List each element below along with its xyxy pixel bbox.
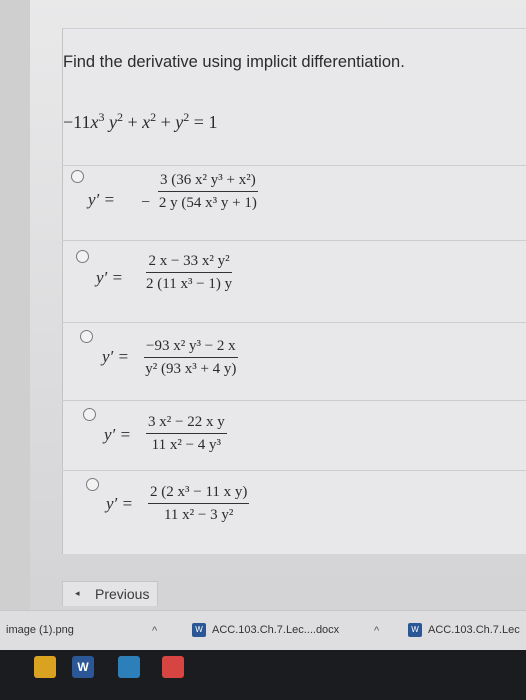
option-1-radio[interactable] — [71, 170, 84, 183]
download-item-image[interactable]: image (1).png — [6, 624, 74, 636]
question-text: Find the derivative using implicit diffe… — [63, 53, 405, 71]
download-item-docx-2[interactable]: ACC.103.Ch.7.Lec — [428, 624, 520, 636]
option-2-denominator: 2 (11 x³ − 1) y — [146, 276, 233, 292]
divider — [62, 470, 526, 471]
download-item-docx[interactable]: ACC.103.Ch.7.Lec....docx — [212, 624, 339, 636]
photos-app-icon[interactable] — [118, 656, 140, 678]
chevron-up-icon[interactable]: ^ — [374, 625, 379, 637]
taskbar: W — [0, 650, 526, 700]
previous-button[interactable]: ◂ Previous — [62, 581, 158, 606]
word-app-icon[interactable]: W — [72, 656, 94, 678]
option-3-fraction[interactable]: −93 x² y³ − 2 x y² (93 x³ + 4 y) — [144, 338, 238, 378]
option-3-denominator: y² (93 x³ + 4 y) — [145, 361, 237, 377]
option-1-numerator: 3 (36 x² y³ + x²) — [158, 172, 258, 192]
chevron-left-icon: ◂ — [75, 588, 80, 598]
file-explorer-icon[interactable] — [34, 656, 56, 678]
option-5-numerator: 2 (2 x³ − 11 x y) — [148, 484, 250, 504]
option-4-fraction[interactable]: 3 x² − 22 x y 11 x² − 4 y³ — [146, 414, 227, 454]
option-3-radio[interactable] — [80, 330, 93, 343]
option-1-yprime: y′ = — [88, 190, 115, 209]
option-3-numerator: −93 x² y³ − 2 x — [144, 338, 238, 358]
option-5-radio[interactable] — [86, 478, 99, 491]
word-doc-icon: W — [408, 623, 422, 637]
option-2-yprime: y′ = — [96, 268, 123, 287]
option-2-numerator: 2 x − 33 x² y² — [146, 253, 233, 273]
option-4-numerator: 3 x² − 22 x y — [146, 414, 227, 434]
previous-label: Previous — [95, 586, 150, 602]
download-bar: image (1).png ^ W ACC.103.Ch.7.Lec....do… — [0, 610, 526, 651]
option-1-sign: − — [141, 194, 151, 211]
question-card — [62, 28, 526, 554]
chevron-up-icon[interactable]: ^ — [152, 625, 157, 637]
equation-text: −11x3 y2 + x2 + y2 = — [63, 110, 209, 132]
divider — [62, 165, 526, 166]
option-2-radio[interactable] — [76, 250, 89, 263]
divider — [62, 322, 526, 323]
option-5-yprime: y′ = — [106, 494, 133, 513]
given-equation: −11x3 y2 + x2 + y2 = 1 — [63, 110, 217, 133]
option-4-radio[interactable] — [83, 408, 96, 421]
word-doc-icon: W — [192, 623, 206, 637]
option-5-denominator: 11 x² − 3 y² — [163, 507, 234, 523]
equation-rhs: 1 — [208, 112, 218, 132]
option-4-yprime: y′ = — [104, 425, 131, 444]
option-5-fraction[interactable]: 2 (2 x³ − 11 x y) 11 x² − 3 y² — [148, 484, 250, 524]
option-2-fraction[interactable]: 2 x − 33 x² y² 2 (11 x³ − 1) y — [146, 253, 233, 293]
settings-app-icon[interactable] — [162, 656, 184, 678]
option-4-denominator: 11 x² − 4 y³ — [151, 437, 222, 453]
option-1-denominator: 2 y (54 x³ y + 1) — [158, 195, 257, 211]
divider — [62, 400, 526, 401]
divider — [62, 240, 526, 241]
option-3-yprime: y′ = — [102, 347, 129, 366]
option-1-fraction[interactable]: 3 (36 x² y³ + x²) 2 y (54 x³ y + 1) — [158, 172, 258, 212]
